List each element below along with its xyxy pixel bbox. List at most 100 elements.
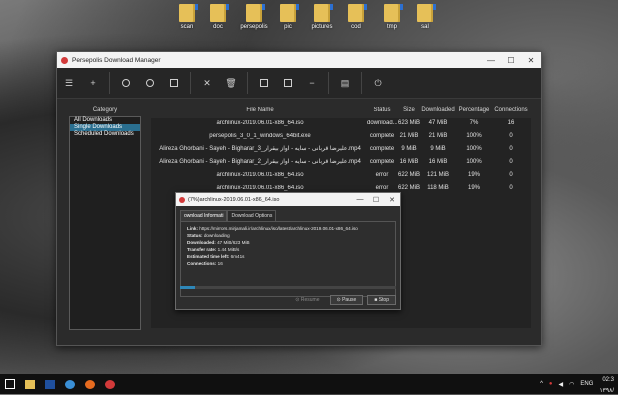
add-link-icon[interactable]: + bbox=[81, 71, 105, 95]
desktop-folder-pictures[interactable]: pictures bbox=[308, 4, 336, 30]
cell-status: error bbox=[375, 171, 389, 178]
cell-percentage: 100% bbox=[466, 145, 482, 152]
header-size[interactable]: Size bbox=[397, 107, 421, 116]
properties-icon[interactable] bbox=[252, 71, 276, 95]
notification-arrow-icon[interactable]: ^ bbox=[540, 381, 543, 387]
network-icon[interactable] bbox=[60, 374, 80, 394]
connections-label: Connections: bbox=[187, 261, 217, 266]
cell-size: 622 MiB bbox=[397, 171, 420, 178]
cell-file-name: Alireza Ghorbani - Sayeh - Bigharar_2_عل… bbox=[159, 159, 361, 165]
tab-download-options[interactable]: Download Options bbox=[227, 210, 277, 221]
dialog-maximize-button[interactable]: ☐ bbox=[368, 196, 384, 204]
volume-icon[interactable]: ◀ bbox=[559, 381, 564, 388]
cell-file-name: archlinux-2019.06.01-x86_64.iso bbox=[216, 119, 304, 126]
video-finder-icon[interactable]: ▤ bbox=[333, 71, 357, 95]
header-status[interactable]: Status bbox=[367, 107, 397, 116]
desktop-folder-tmp[interactable]: tmp bbox=[378, 4, 406, 30]
tab-download-information[interactable]: ownload Informati bbox=[180, 210, 228, 221]
header-connections[interactable]: Connections bbox=[493, 107, 529, 116]
remove-icon[interactable]: ✕ bbox=[195, 71, 219, 95]
category-list: All Downloads Single Downloads Scheduled… bbox=[69, 116, 141, 330]
title-bar[interactable]: Persepolis Download Manager — ☐ ✕ bbox=[57, 52, 541, 68]
desktop-icons: scan doc persepolis pic pictures cod tmp… bbox=[0, 0, 618, 40]
cell-connections: 0 bbox=[509, 171, 513, 178]
category-single-downloads[interactable]: Single Downloads bbox=[70, 124, 140, 131]
eta-label: Estimated time left: bbox=[187, 254, 230, 259]
resume-label: Resume bbox=[300, 297, 320, 303]
maximize-button[interactable]: ☐ bbox=[501, 56, 521, 65]
header-downloaded[interactable]: Downloaded bbox=[421, 107, 455, 116]
desktop-folder-pic[interactable]: pic bbox=[274, 4, 302, 30]
pause-icon[interactable] bbox=[138, 71, 162, 95]
close-button[interactable]: ✕ bbox=[521, 56, 541, 65]
clock[interactable]: 02:3 ۱۳۹۸/ bbox=[599, 373, 614, 395]
dialog-close-button[interactable]: ✕ bbox=[384, 196, 400, 204]
category-all-downloads[interactable]: All Downloads bbox=[70, 117, 140, 124]
category-scheduled-downloads[interactable]: Scheduled Downloads bbox=[70, 131, 140, 138]
cell-status: complete bbox=[369, 132, 395, 139]
file-explorer-icon[interactable] bbox=[20, 374, 40, 394]
taskbar: ^ ● ◀ ◠ ENG 02:3 ۱۳۹۸/ bbox=[0, 374, 618, 394]
table-row[interactable]: Alireza Ghorbani - Sayeh - Bigharar_2_عل… bbox=[153, 155, 529, 168]
powershell-icon[interactable] bbox=[40, 374, 60, 394]
table-header: File Name Status Size Downloaded Percent… bbox=[153, 107, 529, 116]
firefox-icon[interactable] bbox=[80, 374, 100, 394]
cell-file-name: archlinux-2019.06.01-x86_64.iso bbox=[216, 171, 304, 178]
desktop-folder-sal[interactable]: sal bbox=[411, 4, 439, 30]
resume-button[interactable]: ⊙ Resume bbox=[289, 296, 325, 304]
cell-downloaded: 9 MiB bbox=[430, 145, 446, 152]
desktop-folder-scan[interactable]: scan bbox=[173, 4, 201, 30]
transfer-rate-row: Transfer rate: 1.44 MiB/s bbox=[187, 246, 389, 253]
table-row[interactable]: archlinux-2019.06.01-x86_64.iso download… bbox=[153, 116, 529, 129]
minimize-to-tray-icon[interactable]: − bbox=[300, 71, 324, 95]
wifi-icon[interactable]: ◠ bbox=[569, 381, 574, 388]
table-row[interactable]: archlinux-2019.06.01-x86_64.iso error 62… bbox=[153, 168, 529, 181]
toolbar: ☰ + ✕ 🗑 − ▤ ⏻ bbox=[57, 68, 541, 99]
connections-row: Connections: 16 bbox=[187, 260, 389, 267]
cell-size: 16 MiB bbox=[399, 158, 419, 165]
dialog-buttons: ⊙ Resume ⊙ Pause ■ Stop bbox=[289, 295, 396, 305]
stop-button[interactable]: ■ Stop bbox=[367, 295, 396, 305]
progress-window-icon[interactable] bbox=[276, 71, 300, 95]
minimize-button[interactable]: — bbox=[481, 56, 501, 65]
transfer-rate-value: 1.44 MiB/s bbox=[217, 247, 240, 252]
cell-connections: 0 bbox=[509, 184, 513, 191]
shutdown-icon[interactable]: ⏻ bbox=[366, 71, 390, 95]
desktop-folder-cod[interactable]: cod bbox=[342, 4, 370, 30]
cell-status: complete bbox=[369, 145, 395, 152]
stop-icon[interactable] bbox=[162, 71, 186, 95]
language-indicator[interactable]: ENG bbox=[580, 381, 593, 387]
table-row[interactable]: Alireza Ghorbani - Sayeh - Bigharar_3_عل… bbox=[153, 142, 529, 155]
dialog-title-bar[interactable]: (7%)archlinux-2019.06.01-x86_64.iso — ☐ … bbox=[176, 193, 400, 206]
dialog-minimize-button[interactable]: — bbox=[352, 196, 368, 203]
toolbar-separator bbox=[328, 72, 329, 94]
pause-button[interactable]: ⊙ Pause bbox=[329, 295, 364, 305]
cell-status: complete bbox=[369, 158, 395, 165]
connections-value: 16 bbox=[217, 261, 223, 266]
delete-icon[interactable]: 🗑 bbox=[219, 71, 243, 95]
header-percentage[interactable]: Percentage bbox=[455, 107, 493, 116]
cell-status: error bbox=[375, 184, 389, 191]
cell-percentage: 100% bbox=[466, 132, 482, 139]
cell-downloaded: 16 MiB bbox=[428, 158, 448, 165]
eta-value: 6m41s bbox=[230, 254, 245, 259]
persepolis-logo-icon bbox=[179, 196, 185, 203]
downloaded-row: Downloaded: 47 MiB/623 MiB bbox=[187, 239, 389, 246]
resume-icon[interactable] bbox=[114, 71, 138, 95]
desktop-folder-doc[interactable]: doc bbox=[204, 4, 232, 30]
desktop-folder-persepolis[interactable]: persepolis bbox=[240, 4, 268, 30]
downloaded-label: Downloaded: bbox=[187, 240, 216, 245]
persepolis-taskbar-icon[interactable] bbox=[100, 374, 120, 394]
table-row[interactable]: persepolis_3_0_1_windows_64bit.exe compl… bbox=[153, 129, 529, 142]
persepolis-tray-icon[interactable]: ● bbox=[549, 381, 553, 387]
cell-file-name: archlinux-2019.06.01-x86_64.iso bbox=[216, 184, 304, 191]
cell-percentage: 7% bbox=[469, 119, 479, 126]
dialog-tabs: ownload Informati Download Options bbox=[180, 210, 396, 221]
cell-downloaded: 47 MiB bbox=[428, 119, 448, 126]
start-button[interactable] bbox=[0, 374, 20, 394]
eta-row: Estimated time left: 6m41s bbox=[187, 253, 389, 260]
clock-time: 02:3 bbox=[602, 377, 614, 383]
menu-icon[interactable]: ☰ bbox=[57, 71, 81, 95]
header-file-name[interactable]: File Name bbox=[153, 107, 367, 116]
cell-connections: 0 bbox=[509, 132, 513, 139]
